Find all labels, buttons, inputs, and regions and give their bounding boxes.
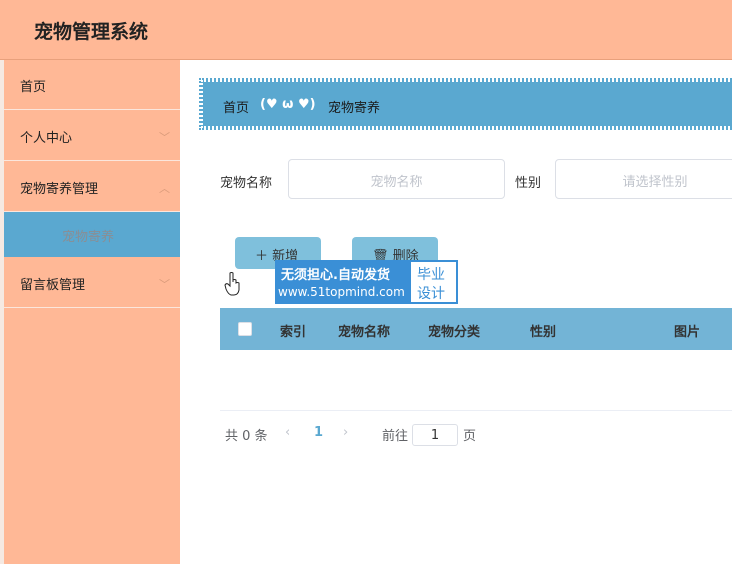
- watermark-right-top: 毕业: [417, 267, 445, 283]
- sidebar-item-pet-boarding-management[interactable]: 宠物寄养管理 ︿: [4, 162, 180, 212]
- breadcrumb: 首页 (♥ ω ♥) 宠物寄养: [199, 78, 732, 130]
- pet-name-label: 宠物名称: [220, 176, 273, 191]
- column-header-gender: 性别: [530, 325, 557, 340]
- table-header: 索引 宠物名称 宠物分类 性别 图片: [220, 308, 732, 350]
- watermark-right: 毕业 设计: [409, 260, 458, 304]
- prev-page-icon[interactable]: ‹: [285, 425, 290, 440]
- sidebar-item-message-board[interactable]: 留言板管理 ﹀: [4, 258, 180, 308]
- gender-select[interactable]: 请选择性别: [555, 159, 732, 199]
- pagination-page-unit: 页: [463, 429, 477, 444]
- sidebar-subitem-label: 宠物寄养: [62, 230, 115, 245]
- sidebar-item-label: 宠物寄养管理: [20, 182, 99, 197]
- plus-icon: ＋: [255, 249, 273, 264]
- sidebar-item-label: 留言板管理: [20, 278, 86, 293]
- table-bottom-divider: [220, 410, 732, 411]
- sidebar: 首页 个人中心 ﹀ 宠物寄养管理 ︿ 宠物寄养 留言板管理 ﹀: [0, 60, 180, 564]
- chevron-down-icon: ﹀: [159, 131, 170, 144]
- sidebar-subitem-pet-boarding[interactable]: 宠物寄养: [4, 212, 180, 257]
- chevron-up-icon: ︿: [159, 182, 170, 195]
- column-header-pet-category: 宠物分类: [428, 325, 481, 340]
- main-content: 首页 (♥ ω ♥) 宠物寄养 宠物名称 宠物名称 性别 请选择性别 ＋ 新增 …: [180, 60, 732, 564]
- select-all-checkbox[interactable]: [238, 322, 252, 336]
- sidebar-item-home[interactable]: 首页: [4, 60, 180, 110]
- breadcrumb-separator: (♥ ω ♥): [260, 97, 316, 112]
- pagination-total: 共 0 条: [225, 429, 268, 444]
- page-jump-input[interactable]: 1: [412, 424, 458, 446]
- top-header: 宠物管理系统: [0, 0, 732, 60]
- column-header-image: 图片: [674, 325, 701, 340]
- watermark-banner: 无须担心.自动发货 www.51topmind.com 毕业 设计: [275, 260, 458, 304]
- watermark-line2: www.51topmind.com: [278, 285, 405, 299]
- pet-name-placeholder: 宠物名称: [370, 175, 423, 190]
- pagination-current-page[interactable]: 1: [314, 425, 323, 440]
- next-page-icon[interactable]: ›: [343, 425, 348, 440]
- hand-cursor-icon: [224, 272, 240, 296]
- sidebar-item-label: 首页: [20, 80, 47, 95]
- watermark-right-bottom: 设计: [417, 286, 445, 302]
- column-header-index: 索引: [280, 325, 307, 340]
- gender-label: 性别: [515, 176, 542, 191]
- watermark-line1: 无须担心.自动发货: [281, 268, 390, 283]
- pagination-goto-label: 前往: [382, 429, 409, 444]
- breadcrumb-home[interactable]: 首页: [223, 97, 249, 116]
- breadcrumb-current: 宠物寄养: [328, 101, 381, 116]
- sidebar-item-label: 个人中心: [20, 131, 73, 146]
- sidebar-item-personal-center[interactable]: 个人中心 ﹀: [4, 111, 180, 161]
- chevron-down-icon: ﹀: [159, 278, 170, 291]
- watermark-left: 无须担心.自动发货 www.51topmind.com: [275, 260, 409, 304]
- pet-name-input[interactable]: 宠物名称: [288, 159, 505, 199]
- app-title: 宠物管理系统: [34, 21, 149, 43]
- gender-placeholder: 请选择性别: [622, 175, 688, 190]
- column-header-pet-name: 宠物名称: [338, 325, 391, 340]
